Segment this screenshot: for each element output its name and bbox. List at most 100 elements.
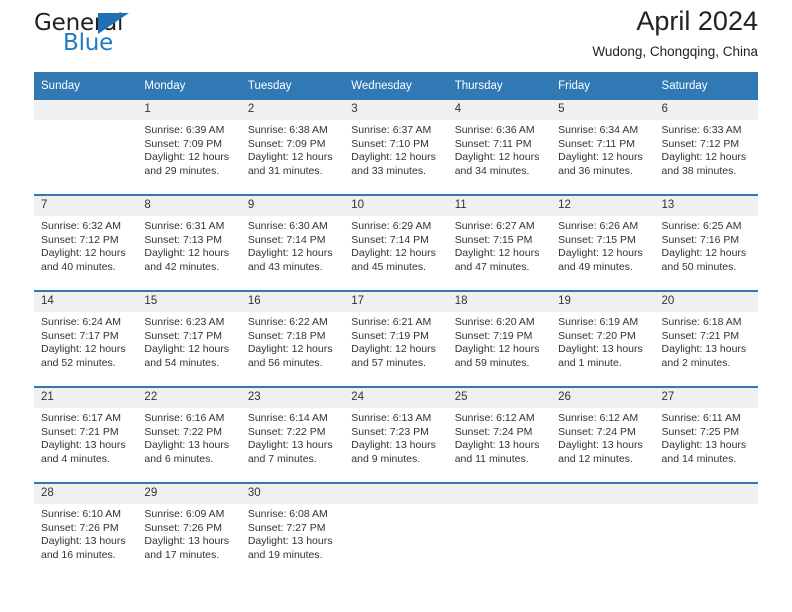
day-cell[interactable]: Sunrise: 6:08 AM Sunset: 7:27 PM Daylight:… <box>240 504 345 578</box>
day-cell-empty <box>654 504 758 578</box>
day-daylight-text: and 33 minutes. <box>351 164 426 177</box>
day-cell[interactable]: Sunrise: 6:37 AM Sunset: 7:10 PM Daylight:… <box>344 120 448 194</box>
day-sunrise-text: Sunrise: 6:11 AM <box>661 412 741 424</box>
day-cell[interactable]: Sunrise: 6:39 AM Sunset: 7:09 PM Daylight:… <box>137 120 241 194</box>
day-number[interactable]: 16 <box>240 292 345 312</box>
day-cell[interactable]: Sunrise: 6:12 AM Sunset: 7:24 PM Daylight:… <box>447 408 552 482</box>
day-number[interactable]: 1 <box>137 100 241 120</box>
day-sunset-text: Sunset: 7:17 PM <box>144 329 223 342</box>
day-number[interactable]: 30 <box>240 484 345 504</box>
day-daylight-text: Daylight: 13 hours <box>247 535 333 548</box>
day-number[interactable]: 26 <box>551 388 655 408</box>
day-daylight-text: Daylight: 13 hours <box>41 535 126 548</box>
day-cell[interactable]: Sunrise: 6:23 AM Sunset: 7:17 PM Daylight:… <box>137 312 241 386</box>
day-sunrise-text: Sunrise: 6:39 AM <box>144 124 225 136</box>
weekday-header-sunday: Sunday <box>34 72 138 100</box>
day-number[interactable]: 4 <box>447 100 552 120</box>
day-number[interactable]: 6 <box>654 100 758 120</box>
day-cell[interactable]: Sunrise: 6:10 AM Sunset: 7:26 PM Daylight:… <box>34 504 138 578</box>
day-daylight-text: Daylight: 12 hours <box>454 247 540 260</box>
day-sunrise-text: Sunrise: 6:33 AM <box>661 124 742 136</box>
day-number[interactable]: 12 <box>551 196 655 216</box>
day-number[interactable]: 13 <box>654 196 758 216</box>
day-cell[interactable]: Sunrise: 6:12 AM Sunset: 7:24 PM Daylight:… <box>551 408 655 482</box>
day-cell[interactable]: Sunrise: 6:27 AM Sunset: 7:15 PM Daylight:… <box>447 216 552 290</box>
day-daylight-text: Daylight: 12 hours <box>558 247 643 260</box>
day-daylight-text: and 57 minutes. <box>351 356 426 369</box>
day-number[interactable]: 21 <box>34 388 138 408</box>
day-cell[interactable]: Sunrise: 6:36 AM Sunset: 7:11 PM Daylight:… <box>447 120 552 194</box>
day-sunset-text: Sunset: 7:09 PM <box>247 137 326 150</box>
day-number-row: 21 22 23 24 25 26 27 <box>34 388 758 408</box>
day-cell-empty <box>447 504 552 578</box>
day-number[interactable]: 18 <box>447 292 552 312</box>
day-sunset-text: Sunset: 7:27 PM <box>247 521 326 534</box>
day-cell[interactable]: Sunrise: 6:26 AM Sunset: 7:15 PM Daylight:… <box>551 216 655 290</box>
day-number[interactable]: 14 <box>34 292 138 312</box>
day-daylight-text: Daylight: 12 hours <box>144 343 230 356</box>
day-daylight-text: Daylight: 12 hours <box>144 151 230 164</box>
day-sunrise-text: Sunrise: 6:36 AM <box>454 124 535 136</box>
day-cell[interactable]: Sunrise: 6:14 AM Sunset: 7:22 PM Daylight:… <box>240 408 345 482</box>
day-cell[interactable]: Sunrise: 6:24 AM Sunset: 7:17 PM Daylight:… <box>34 312 138 386</box>
day-cell[interactable]: Sunrise: 6:19 AM Sunset: 7:20 PM Daylight:… <box>551 312 655 386</box>
brand-name-blue: Blue <box>63 30 114 56</box>
day-sunset-text: Sunset: 7:19 PM <box>454 329 533 342</box>
day-sunrise-text: Sunrise: 6:38 AM <box>247 124 328 136</box>
day-cell[interactable]: Sunrise: 6:16 AM Sunset: 7:22 PM Daylight:… <box>137 408 241 482</box>
day-cell[interactable]: Sunrise: 6:29 AM Sunset: 7:14 PM Daylight:… <box>344 216 448 290</box>
day-cell[interactable]: Sunrise: 6:13 AM Sunset: 7:23 PM Daylight:… <box>344 408 448 482</box>
day-cell[interactable]: Sunrise: 6:32 AM Sunset: 7:12 PM Daylight:… <box>34 216 138 290</box>
day-sunset-text: Sunset: 7:22 PM <box>144 425 223 438</box>
day-number[interactable]: 28 <box>34 484 138 504</box>
day-number[interactable]: 22 <box>137 388 241 408</box>
day-cell[interactable]: Sunrise: 6:21 AM Sunset: 7:19 PM Daylight:… <box>344 312 448 386</box>
day-sunset-text: Sunset: 7:21 PM <box>661 329 740 342</box>
day-number[interactable]: 24 <box>344 388 448 408</box>
day-sunrise-text: Sunrise: 6:32 AM <box>41 220 121 232</box>
day-cell[interactable]: Sunrise: 6:09 AM Sunset: 7:26 PM Daylight:… <box>137 504 241 578</box>
day-number[interactable]: 20 <box>654 292 758 312</box>
day-cell[interactable]: Sunrise: 6:25 AM Sunset: 7:16 PM Daylight:… <box>654 216 758 290</box>
day-number[interactable]: 9 <box>240 196 345 216</box>
day-number[interactable]: 7 <box>34 196 138 216</box>
day-number[interactable]: 27 <box>654 388 758 408</box>
day-cell[interactable]: Sunrise: 6:33 AM Sunset: 7:12 PM Daylight:… <box>654 120 758 194</box>
day-cell[interactable]: Sunrise: 6:18 AM Sunset: 7:21 PM Daylight:… <box>654 312 758 386</box>
day-cell[interactable]: Sunrise: 6:22 AM Sunset: 7:18 PM Daylight:… <box>240 312 345 386</box>
day-number[interactable]: 17 <box>344 292 448 312</box>
day-number[interactable]: 23 <box>240 388 345 408</box>
day-number[interactable]: 10 <box>344 196 448 216</box>
day-cell[interactable]: Sunrise: 6:20 AM Sunset: 7:19 PM Daylight:… <box>447 312 552 386</box>
brand-logo[interactable]: General Blue <box>34 10 204 62</box>
day-sunset-text: Sunset: 7:26 PM <box>41 521 119 534</box>
day-sunset-text: Sunset: 7:17 PM <box>41 329 119 342</box>
day-cell-empty <box>344 504 448 578</box>
day-sunrise-text: Sunrise: 6:16 AM <box>144 412 225 424</box>
day-cell[interactable]: Sunrise: 6:30 AM Sunset: 7:14 PM Daylight:… <box>240 216 345 290</box>
weekday-header-monday: Monday <box>137 72 241 100</box>
day-number[interactable]: 11 <box>447 196 552 216</box>
day-number[interactable]: 2 <box>240 100 345 120</box>
day-sunset-text: Sunset: 7:15 PM <box>558 233 636 246</box>
day-cell[interactable]: Sunrise: 6:34 AM Sunset: 7:11 PM Daylight:… <box>551 120 655 194</box>
day-number[interactable]: 5 <box>551 100 655 120</box>
day-number[interactable]: 25 <box>447 388 552 408</box>
day-daylight-text: and 2 minutes. <box>661 356 731 369</box>
day-daylight-text: Daylight: 12 hours <box>247 247 333 260</box>
day-number[interactable]: 8 <box>137 196 241 216</box>
day-daylight-text: and 47 minutes. <box>454 260 530 273</box>
page-title: April 2024 <box>636 6 758 36</box>
day-info-row: Sunrise: 6:17 AM Sunset: 7:21 PM Daylight:… <box>34 408 758 482</box>
day-number[interactable]: 19 <box>551 292 655 312</box>
day-sunset-text: Sunset: 7:14 PM <box>247 233 326 246</box>
day-number[interactable]: 3 <box>344 100 448 120</box>
day-number[interactable]: 29 <box>137 484 241 504</box>
day-sunrise-text: Sunrise: 6:14 AM <box>247 412 328 424</box>
day-cell[interactable]: Sunrise: 6:31 AM Sunset: 7:13 PM Daylight:… <box>137 216 241 290</box>
day-number[interactable]: 15 <box>137 292 241 312</box>
day-sunset-text: Sunset: 7:19 PM <box>351 329 429 342</box>
day-cell[interactable]: Sunrise: 6:17 AM Sunset: 7:21 PM Daylight:… <box>34 408 138 482</box>
day-cell[interactable]: Sunrise: 6:11 AM Sunset: 7:25 PM Daylight:… <box>654 408 758 482</box>
day-cell[interactable]: Sunrise: 6:38 AM Sunset: 7:09 PM Daylight:… <box>240 120 345 194</box>
